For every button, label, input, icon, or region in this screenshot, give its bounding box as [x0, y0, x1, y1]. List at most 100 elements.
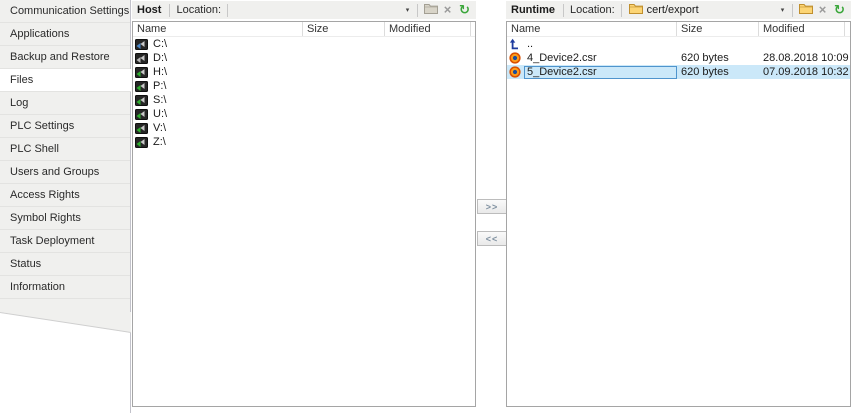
network-drive-icon	[135, 122, 150, 134]
sidebar-item-plc-shell[interactable]: PLC Shell	[0, 138, 130, 161]
delete-icon: ×	[444, 3, 452, 17]
file-row[interactable]: 5_Device2.csr620 bytes07.09.2018 10:32	[507, 65, 850, 79]
sidebar-item-communication-settings[interactable]: Communication Settings	[0, 0, 130, 23]
file-name-cell: V:\	[133, 121, 303, 135]
runtime-column-header-name[interactable]: Name	[507, 22, 677, 36]
sidebar-item-users-and-groups[interactable]: Users and Groups	[0, 161, 130, 184]
host-file-list: Name Size Modified C:\D:\H:\P:\S:\U:\V:\…	[132, 21, 476, 407]
file-modified: 28.08.2018 10:09	[759, 52, 845, 64]
network-drive-icon	[135, 108, 150, 120]
toolbar-separator	[563, 4, 564, 17]
file-modified: 07.09.2018 10:32	[759, 66, 845, 78]
runtime-refresh-button[interactable]: ↻	[831, 2, 848, 18]
file-row[interactable]: C:\	[133, 37, 475, 51]
host-refresh-button[interactable]: ↻	[456, 2, 473, 18]
sidebar-item-plc-settings[interactable]: PLC Settings	[0, 115, 130, 138]
host-list-header: Name Size Modified	[133, 22, 475, 37]
host-location-label: Location:	[176, 4, 221, 16]
sidebar-item-task-deployment[interactable]: Task Deployment	[0, 230, 130, 253]
runtime-location-label: Location:	[570, 4, 615, 16]
file-name: D:\	[150, 52, 303, 65]
folder-icon	[629, 3, 643, 17]
certificate-file-icon	[509, 66, 524, 78]
file-row[interactable]: U:\	[133, 107, 475, 121]
cd-drive-icon	[135, 52, 150, 64]
sidebar-item-backup-and-restore[interactable]: Backup and Restore	[0, 46, 130, 69]
file-row[interactable]: ..	[507, 37, 850, 51]
sidebar-item-applications[interactable]: Applications	[0, 23, 130, 46]
transfer-to-runtime-button[interactable]: >>	[477, 199, 507, 214]
certificate-file-icon	[509, 52, 524, 64]
toolbar-separator	[417, 4, 418, 17]
runtime-delete-button[interactable]: ×	[814, 2, 831, 18]
file-row[interactable]: P:\	[133, 79, 475, 93]
host-panel-title: Host	[137, 4, 161, 16]
file-size: 620 bytes	[677, 52, 759, 64]
file-name: U:\	[150, 108, 303, 121]
file-name-cell: 4_Device2.csr	[507, 51, 677, 65]
toolbar-separator	[621, 4, 622, 17]
file-row[interactable]: Z:\	[133, 135, 475, 149]
file-name: C:\	[150, 38, 303, 51]
file-name-cell: S:\	[133, 93, 303, 107]
file-row[interactable]: 4_Device2.csr620 bytes28.08.2018 10:09	[507, 51, 850, 65]
network-drive-icon	[135, 80, 150, 92]
toolbar-separator	[792, 4, 793, 17]
host-location-dropdown-icon[interactable]: ▾	[402, 6, 413, 14]
network-drive-icon	[135, 94, 150, 106]
runtime-file-browser-panel: Runtime Location: cert/export ▾ × ↻ Name…	[506, 1, 851, 407]
file-name: 5_Device2.csr	[524, 66, 677, 79]
file-name-cell: D:\	[133, 51, 303, 65]
file-name-cell: C:\	[133, 37, 303, 51]
host-delete-button[interactable]: ×	[439, 2, 456, 18]
new-folder-icon	[799, 3, 813, 17]
refresh-icon: ↻	[459, 2, 470, 18]
file-row[interactable]: S:\	[133, 93, 475, 107]
transfer-to-host-button[interactable]: <<	[477, 231, 507, 246]
runtime-column-header-size[interactable]: Size	[677, 22, 759, 36]
sidebar-item-symbol-rights[interactable]: Symbol Rights	[0, 207, 130, 230]
file-name-cell: Z:\	[133, 135, 303, 149]
file-name-cell: 5_Device2.csr	[507, 65, 677, 79]
runtime-location-combo[interactable]: cert/export	[626, 2, 777, 18]
sidebar-item-log[interactable]: Log	[0, 92, 130, 115]
network-drive-icon	[135, 136, 150, 148]
up-directory-icon	[509, 38, 524, 50]
refresh-icon: ↻	[834, 2, 845, 18]
file-size: 620 bytes	[677, 66, 759, 78]
file-name: H:\	[150, 66, 303, 79]
host-location-combo[interactable]	[232, 2, 402, 18]
file-row[interactable]: D:\	[133, 51, 475, 65]
host-column-header-size[interactable]: Size	[303, 22, 385, 36]
runtime-column-header-stub	[845, 22, 850, 36]
sidebar-item-status[interactable]: Status	[0, 253, 130, 276]
host-column-header-name[interactable]: Name	[133, 22, 303, 36]
host-column-header-modified[interactable]: Modified	[385, 22, 471, 36]
sidebar-right-border	[130, 0, 131, 413]
runtime-column-header-modified[interactable]: Modified	[759, 22, 845, 36]
file-name-cell: H:\	[133, 65, 303, 79]
runtime-new-folder-button[interactable]	[797, 2, 814, 18]
file-name: ..	[524, 38, 677, 51]
runtime-toolbar: Runtime Location: cert/export ▾ × ↻	[506, 1, 851, 19]
sidebar-filler	[0, 299, 130, 312]
file-row[interactable]: H:\	[133, 65, 475, 79]
sidebar-item-access-rights[interactable]: Access Rights	[0, 184, 130, 207]
runtime-location-dropdown-icon[interactable]: ▾	[777, 6, 788, 14]
file-name: V:\	[150, 122, 303, 135]
new-folder-icon	[424, 3, 438, 17]
sidebar-item-information[interactable]: Information	[0, 276, 130, 299]
file-name-cell: ..	[507, 37, 677, 51]
file-row[interactable]: V:\	[133, 121, 475, 135]
sidebar-item-files[interactable]: Files	[0, 69, 131, 92]
host-column-header-stub	[471, 22, 475, 36]
device-editor-tab-list: Communication SettingsApplicationsBackup…	[0, 0, 130, 299]
file-name: Z:\	[150, 136, 303, 149]
file-name-cell: U:\	[133, 107, 303, 121]
network-drive-icon	[135, 66, 150, 78]
toolbar-separator	[169, 4, 170, 17]
host-file-browser-panel: Host Location: ▾ × ↻ Name Size Modified …	[132, 1, 476, 407]
delete-icon: ×	[819, 3, 827, 17]
local-drive-icon	[135, 38, 150, 50]
host-new-folder-button[interactable]	[422, 2, 439, 18]
